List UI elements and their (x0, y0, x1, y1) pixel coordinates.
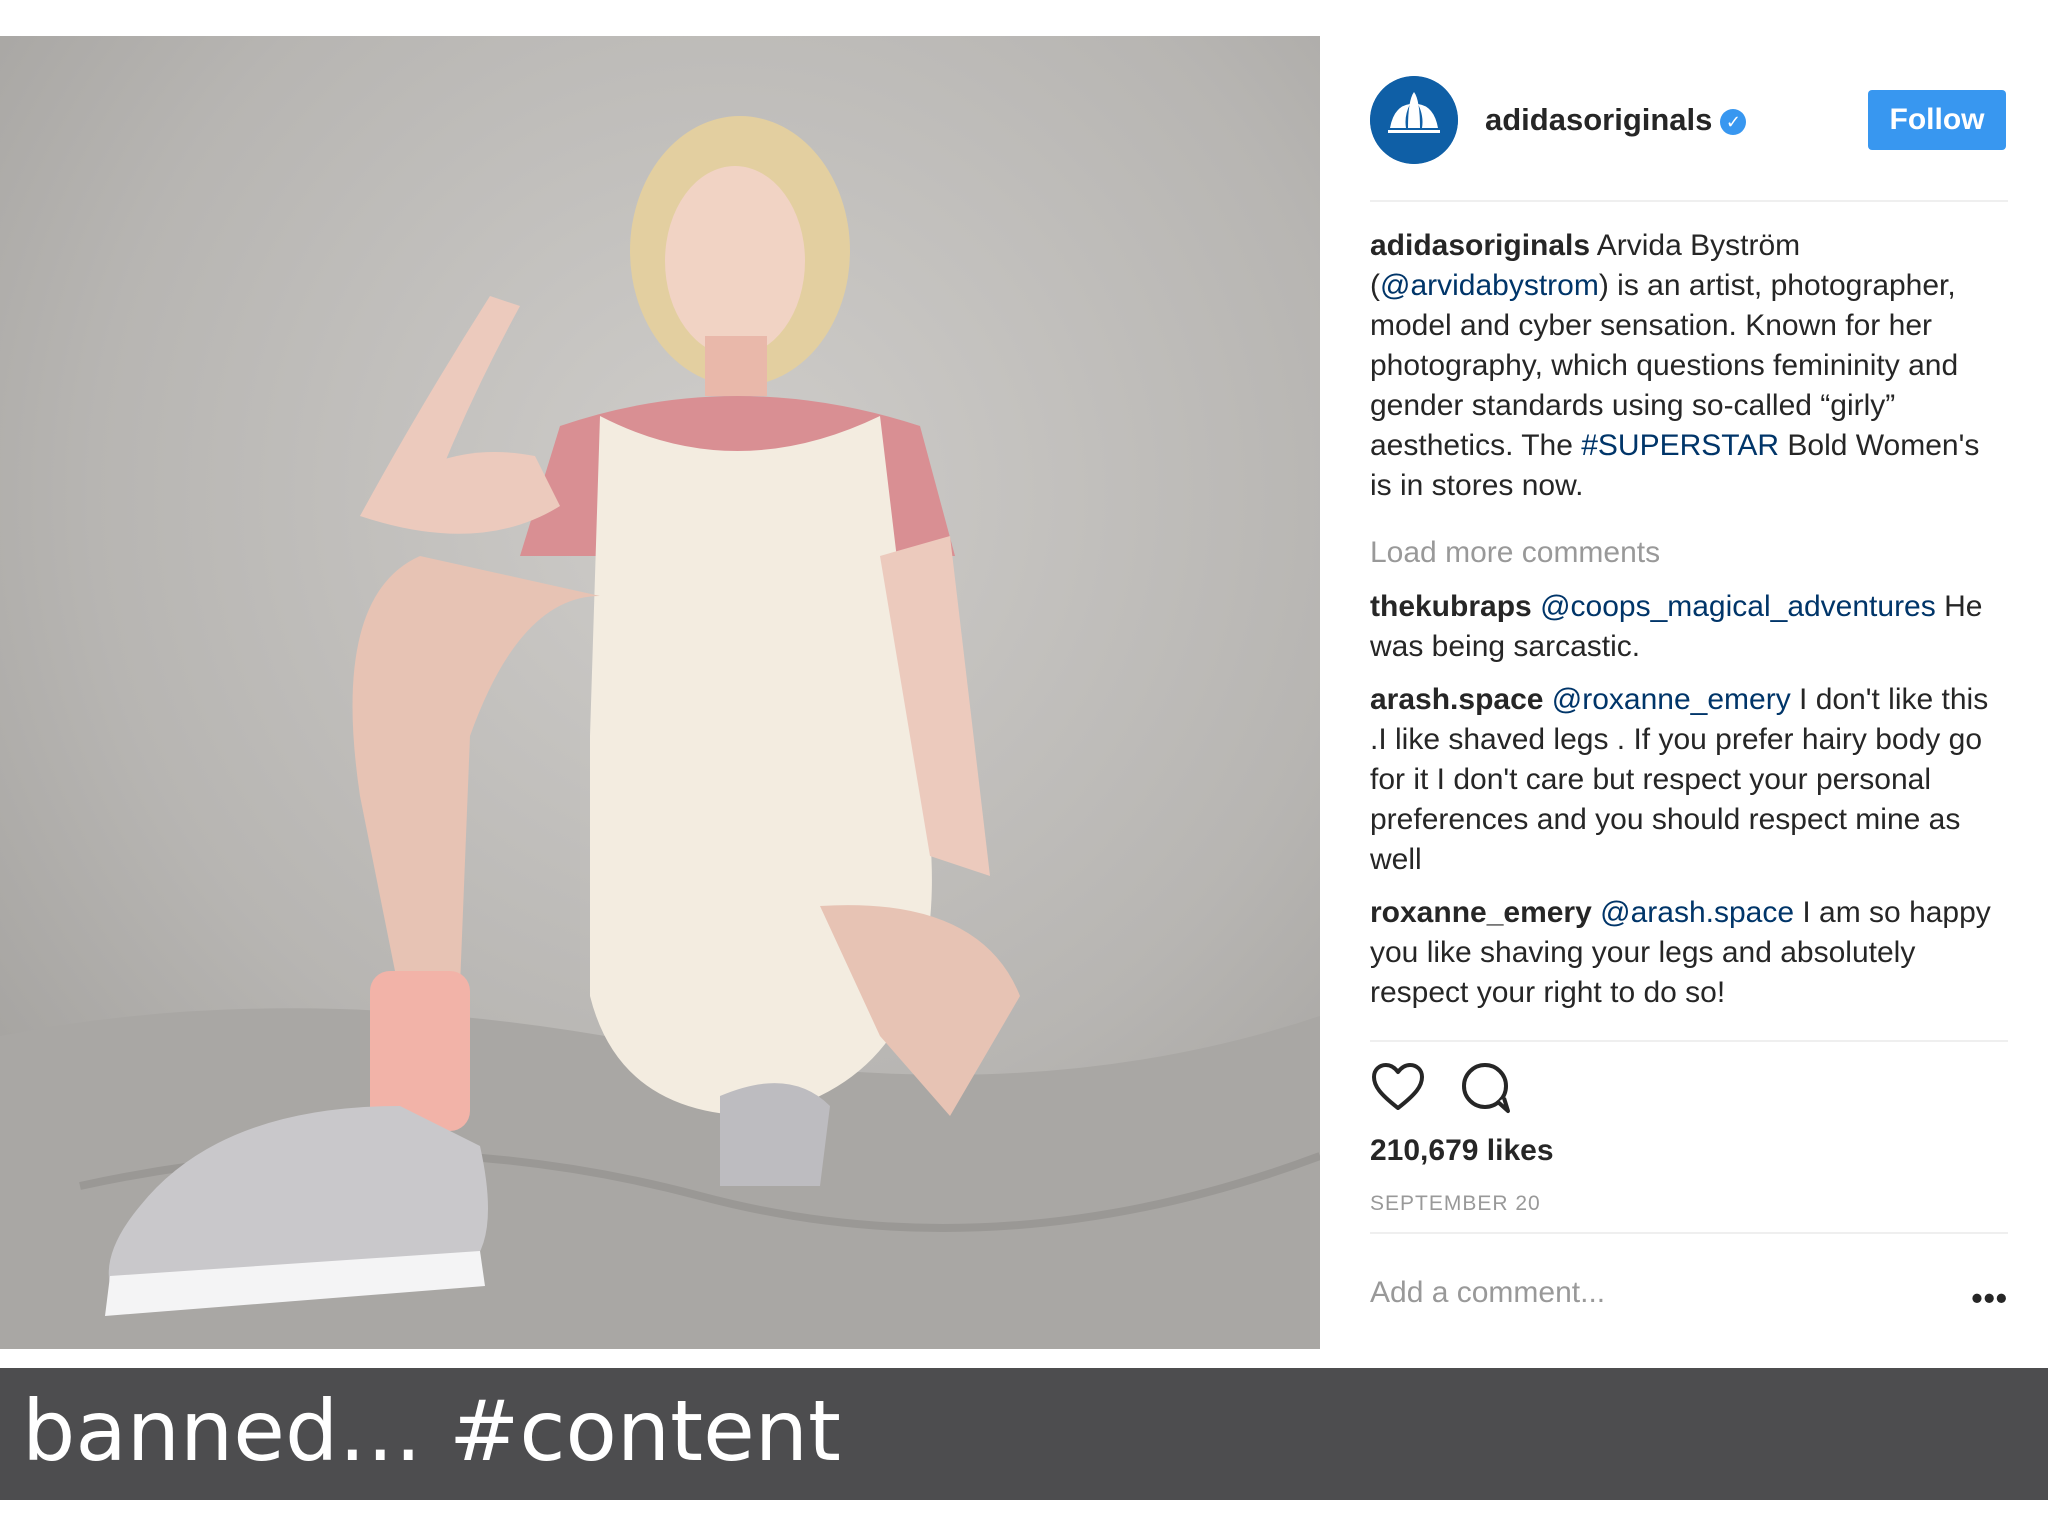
caption-hashtag[interactable]: #SUPERSTAR (1581, 429, 1779, 462)
post-side-panel: adidasoriginals ✓ Follow adidasoriginals … (1370, 36, 2008, 1349)
comments-divider (1370, 1040, 2008, 1042)
caption-username[interactable]: adidasoriginals (1370, 229, 1590, 262)
comment-mention[interactable]: @roxanne_emery (1552, 683, 1791, 716)
more-options-icon[interactable]: ••• (1971, 1282, 2008, 1314)
comment-item: arash.space @roxanne_emery I don't like … (1370, 680, 2002, 880)
comment-username[interactable]: arash.space (1370, 683, 1543, 716)
slide-caption-bar: banned… #content (0, 1368, 2048, 1500)
slide-caption: banned… #content (22, 1382, 841, 1480)
comment-username[interactable]: thekubraps (1370, 590, 1532, 623)
comment-mention[interactable]: @coops_magical_adventures (1540, 590, 1936, 623)
comment-icon[interactable] (1458, 1060, 1514, 1116)
heart-icon[interactable] (1370, 1060, 1426, 1116)
adidas-trefoil-logo[interactable] (1370, 76, 1458, 164)
post-photo-illustration (0, 36, 1320, 1349)
likes-count[interactable]: 210,679 likes (1370, 1134, 1554, 1168)
post-caption: adidasoriginals Arvida Byström (@arvidab… (1370, 226, 2002, 506)
caption-mention[interactable]: @arvidabystrom (1380, 269, 1599, 302)
footer-divider (1370, 1232, 2008, 1234)
comments-list: adidasoriginals Arvida Byström (@arvidab… (1370, 226, 2002, 1046)
post-header: adidasoriginals ✓ Follow (1370, 76, 2008, 164)
comment-username[interactable]: roxanne_emery (1370, 896, 1592, 929)
header-divider (1370, 200, 2008, 202)
post-author-username[interactable]: adidasoriginals (1485, 102, 1712, 137)
post-date: SEPTEMBER 20 (1370, 1192, 1541, 1215)
comment-item: thekubraps @coops_magical_adventures He … (1370, 587, 2002, 667)
post-author[interactable]: adidasoriginals ✓ (1485, 102, 1747, 138)
follow-button[interactable]: Follow (1868, 90, 2006, 150)
comment-mention[interactable]: @arash.space (1600, 896, 1794, 929)
add-comment-input[interactable] (1370, 1276, 1930, 1310)
verified-badge-icon: ✓ (1720, 109, 1747, 135)
comment-item: roxanne_emery @arash.space I am so happy… (1370, 893, 2002, 1013)
post-actions (1370, 1060, 1570, 1116)
load-more-comments-link[interactable]: Load more comments (1370, 533, 2002, 573)
post-photo[interactable] (0, 36, 1320, 1349)
